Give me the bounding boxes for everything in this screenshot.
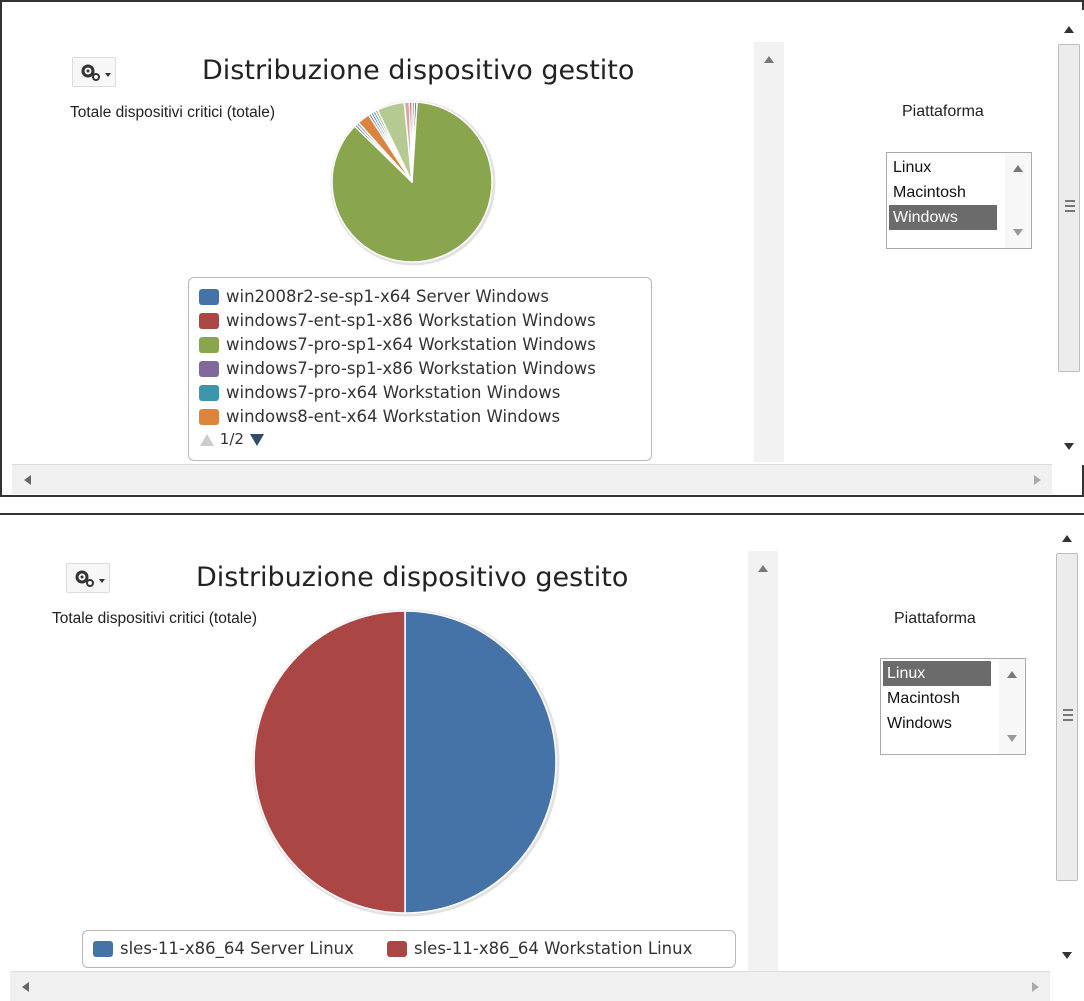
listbox-scroll-down-icon[interactable] xyxy=(1007,735,1017,742)
panel-horizontal-scrollbar[interactable] xyxy=(12,464,1052,494)
legend-label: win2008r2-se-sp1-x64 Server Windows xyxy=(226,287,549,306)
legend-pagination: 1/2 xyxy=(199,430,265,448)
platform-option-linux[interactable]: Linux xyxy=(883,661,991,686)
chart-legend: sles-11-x86_64 Server Linux sles-11-x86_… xyxy=(82,930,736,968)
scroll-right-icon[interactable] xyxy=(1034,475,1041,485)
scroll-up-icon[interactable] xyxy=(764,56,774,63)
scroll-right-icon[interactable] xyxy=(1032,982,1039,992)
legend-swatch xyxy=(199,384,219,401)
platform-label: Piattaforma xyxy=(902,103,984,120)
legend-swatch xyxy=(199,336,219,353)
scroll-up-icon[interactable] xyxy=(758,565,768,572)
pie-chart xyxy=(330,100,496,266)
scroll-down-icon[interactable] xyxy=(1062,952,1072,959)
legend-item[interactable]: windows7-pro-x64 Workstation Windows xyxy=(199,382,560,406)
scroll-left-icon[interactable] xyxy=(22,982,29,992)
scroll-up-icon[interactable] xyxy=(1062,535,1072,542)
legend-item[interactable]: sles-11-x86_64 Workstation Linux xyxy=(387,938,692,962)
chart-title: Distribuzione dispositivo gestito xyxy=(196,562,629,593)
chart-legend: win2008r2-se-sp1-x64 Server Windows wind… xyxy=(188,277,652,461)
chart-title: Distribuzione dispositivo gestito xyxy=(202,55,635,86)
chart-panel-1: Distribuzione dispositivo gestito Totale… xyxy=(0,0,1084,497)
chart-scroll-track[interactable] xyxy=(748,551,778,971)
platform-option-windows[interactable]: Windows xyxy=(883,711,995,736)
platform-option-linux[interactable]: Linux xyxy=(889,155,1001,180)
legend-item[interactable]: windows8-ent-x64 Workstation Windows xyxy=(199,406,560,430)
pie-chart xyxy=(252,609,560,917)
chart-subtitle: Totale dispositivi critici (totale) xyxy=(70,104,276,121)
legend-label: windows7-pro-x64 Workstation Windows xyxy=(226,383,561,402)
legend-label: windows7-pro-sp1-x64 Workstation Windows xyxy=(226,335,596,354)
legend-item[interactable]: sles-11-x86_64 Server Linux xyxy=(93,938,354,962)
scrollbar-thumb[interactable] xyxy=(1056,553,1078,881)
listbox-scroll-down-icon[interactable] xyxy=(1013,229,1023,236)
chart-options-button[interactable] xyxy=(72,57,116,87)
legend-label: sles-11-x86_64 Server Linux xyxy=(120,939,354,958)
pie-slice[interactable] xyxy=(404,610,557,914)
panel-vertical-scrollbar[interactable] xyxy=(1054,10,1084,465)
platform-option-windows[interactable]: Windows xyxy=(889,205,997,230)
scroll-down-icon[interactable] xyxy=(1064,443,1074,450)
platform-listbox[interactable]: Linux Macintosh Windows xyxy=(886,152,1032,249)
legend-swatch xyxy=(199,288,219,305)
legend-swatch xyxy=(199,312,219,329)
legend-item[interactable]: windows7-pro-sp1-x64 Workstation Windows xyxy=(199,334,596,358)
legend-swatch xyxy=(387,940,407,957)
pie-slice[interactable] xyxy=(253,610,406,914)
scroll-up-icon[interactable] xyxy=(1064,26,1074,33)
legend-label: windows7-ent-sp1-x86 Workstation Windows xyxy=(226,311,596,330)
panel-vertical-scrollbar[interactable] xyxy=(1052,519,1082,974)
platform-option-macintosh[interactable]: Macintosh xyxy=(889,180,1001,205)
legend-next-page-icon[interactable] xyxy=(249,433,265,447)
platform-option-macintosh[interactable]: Macintosh xyxy=(883,686,995,711)
gear-icon xyxy=(75,570,105,587)
gear-icon xyxy=(81,64,111,81)
listbox-scroll-up-icon[interactable] xyxy=(1013,165,1023,172)
platform-label: Piattaforma xyxy=(894,610,976,627)
legend-page-indicator: 1/2 xyxy=(219,430,244,448)
chart-subtitle: Totale dispositivi critici (totale) xyxy=(52,610,258,627)
legend-label: sles-11-x86_64 Workstation Linux xyxy=(414,939,693,958)
legend-swatch xyxy=(93,940,113,957)
legend-item[interactable]: windows7-ent-sp1-x86 Workstation Windows xyxy=(199,310,596,334)
scroll-left-icon[interactable] xyxy=(24,475,31,485)
chart-scroll-track[interactable] xyxy=(754,42,784,462)
legend-label: windows7-pro-sp1-x86 Workstation Windows xyxy=(226,359,596,378)
platform-listbox[interactable]: Linux Macintosh Windows xyxy=(880,658,1026,755)
listbox-scrollbar[interactable] xyxy=(1005,153,1031,248)
listbox-scroll-up-icon[interactable] xyxy=(1007,671,1017,678)
legend-item[interactable]: windows7-pro-sp1-x86 Workstation Windows xyxy=(199,358,596,382)
chart-options-button[interactable] xyxy=(66,563,110,593)
listbox-scrollbar[interactable] xyxy=(999,659,1025,754)
legend-swatch xyxy=(199,360,219,377)
scrollbar-thumb[interactable] xyxy=(1058,44,1080,372)
legend-swatch xyxy=(199,408,219,425)
legend-prev-page-icon[interactable] xyxy=(199,433,215,447)
legend-item[interactable]: win2008r2-se-sp1-x64 Server Windows xyxy=(199,286,549,310)
legend-label: windows8-ent-x64 Workstation Windows xyxy=(226,407,561,426)
chart-panel-2: Distribuzione dispositivo gestito Totale… xyxy=(0,513,1084,1001)
